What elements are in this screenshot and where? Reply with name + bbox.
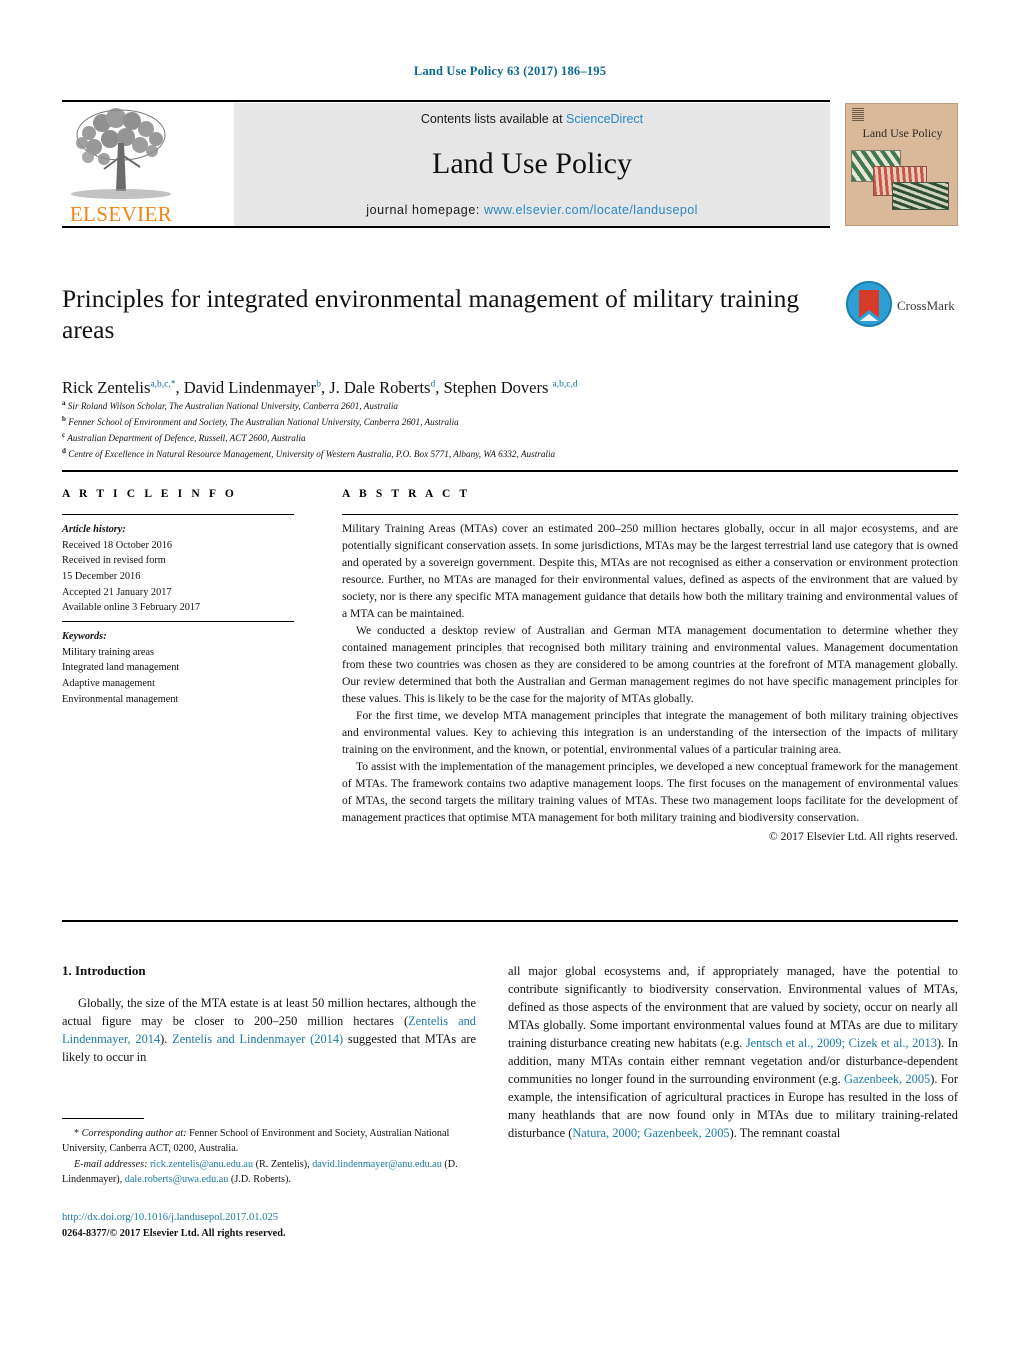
abstract-band-bottom-rule [62, 920, 958, 922]
affiliation-item: c Australian Department of Defence, Russ… [62, 430, 306, 443]
article-history: Article history: Received 18 October 2016… [62, 522, 302, 616]
author-list: Rick Zentelisa,b,c,*, David Lindenmayerb… [62, 378, 578, 397]
journal-title: Land Use Policy [432, 147, 632, 180]
abstract-band-top-rule [62, 470, 958, 472]
abstract-paragraph: To assist with the implementation of the… [342, 759, 958, 824]
affiliation-item: b Fenner School of Environment and Socie… [62, 414, 459, 428]
article-history-item: Accepted 21 January 2017 [62, 586, 172, 598]
keyword-item: Adaptive management [62, 677, 155, 689]
contents-panel: Contents lists available at ScienceDirec… [234, 103, 830, 226]
keywords-label: Keywords: [62, 631, 107, 642]
abstract-paragraph: We conducted a desktop review of Austral… [342, 623, 958, 705]
keywords-block: Keywords: Military training areas Integrat… [62, 629, 302, 707]
running-head: Land Use Policy 63 (2017) 186–195 [413, 64, 607, 78]
footnote-separator [62, 1118, 144, 1120]
cover-elsevier-mark-icon [852, 108, 864, 121]
affiliation-item: a Sir Roland Wilson Scholar, The Austral… [62, 399, 398, 412]
abstract-heading: A B S T R A C T [342, 488, 471, 500]
keyword-item: Integrated land management [62, 662, 180, 674]
article-first-page: Land Use Policy 63 (2017) 186–195 ELSEVI… [0, 0, 1020, 1351]
cover-journal-title: Land Use Policy [862, 126, 943, 140]
crossmark-badge[interactable]: CrossMark [845, 280, 957, 338]
homepage-prefix: journal homepage: [366, 203, 485, 217]
contents-available-line: Contents lists available at ScienceDirec… [234, 112, 830, 126]
keywords-rule [62, 621, 294, 623]
elsevier-wordmark: ELSEVIER [69, 202, 173, 226]
abstract-body: Military Training Areas (MTAs) cover an … [342, 521, 958, 846]
abstract-rule [342, 514, 958, 516]
elsevier-logo: ELSEVIER [62, 103, 180, 226]
intro-paragraph-right: all major global ecosystems and, if appr… [508, 964, 958, 1140]
masthead-bottom-rule [62, 226, 830, 228]
journal-homepage-link[interactable]: www.elsevier.com/locate/landusepol [484, 203, 698, 217]
sciencedirect-link[interactable]: ScienceDirect [566, 112, 643, 126]
body-column-right: all major global ecosystems and, if appr… [508, 963, 958, 1143]
article-info-heading: A R T I C L E I N F O [62, 488, 237, 500]
article-history-item: 15 December 2016 [62, 570, 141, 582]
journal-masthead: ELSEVIER Contents lists available at Sci… [62, 100, 958, 228]
article-history-label: Article history: [62, 524, 126, 535]
article-info-rule [62, 514, 294, 516]
article-history-item: Received 18 October 2016 [62, 539, 173, 551]
crossmark-icon [846, 281, 892, 327]
article-history-item: Received in revised form [62, 555, 166, 567]
masthead-top-rule [62, 100, 830, 102]
keyword-item: Military training areas [62, 646, 155, 658]
abstract-copyright: © 2017 Elsevier Ltd. All rights reserved… [768, 829, 958, 843]
keyword-item: Environmental management [62, 693, 179, 705]
article-history-item: Available online 3 February 2017 [62, 602, 201, 614]
section-heading-introduction: 1. Introduction [62, 963, 146, 978]
email-addresses-note: E-mail addresses: rick.zentelis@anu.edu.… [62, 1158, 458, 1185]
journal-homepage-line: journal homepage: www.elsevier.com/locat… [234, 203, 830, 217]
affiliation-item: d Centre of Excellence in Natural Resour… [62, 446, 556, 459]
page-title: Principles for integrated environmental … [62, 284, 800, 345]
footnote-block: * Corresponding author at: Fenner School… [62, 1126, 476, 1187]
journal-cover-thumbnail: Land Use Policy [845, 103, 958, 226]
intro-paragraph-left: Globally, the size of the MTA estate is … [62, 996, 477, 1064]
cover-image-forest-icon [892, 182, 949, 210]
body-column-left: Globally, the size of the MTA estate is … [62, 995, 476, 1067]
doi-link[interactable]: http://dx.doi.org/10.1016/j.landusepol.2… [62, 1210, 476, 1226]
abstract-paragraph: For the first time, we develop MTA manag… [342, 708, 958, 756]
corresponding-author-note: * Corresponding author at: Fenner School… [62, 1128, 450, 1155]
contents-prefix: Contents lists available at [420, 112, 567, 126]
issn-copyright-line: 0264-8377/© 2017 Elsevier Ltd. All right… [62, 1227, 286, 1239]
elsevier-tree-icon [71, 108, 171, 199]
crossmark-label: CrossMark [897, 298, 955, 313]
doi-block: http://dx.doi.org/10.1016/j.landusepol.2… [62, 1210, 476, 1241]
affiliation-list: a Sir Roland Wilson Scholar, The Austral… [62, 398, 852, 462]
abstract-paragraph: Military Training Areas (MTAs) cover an … [342, 522, 958, 620]
